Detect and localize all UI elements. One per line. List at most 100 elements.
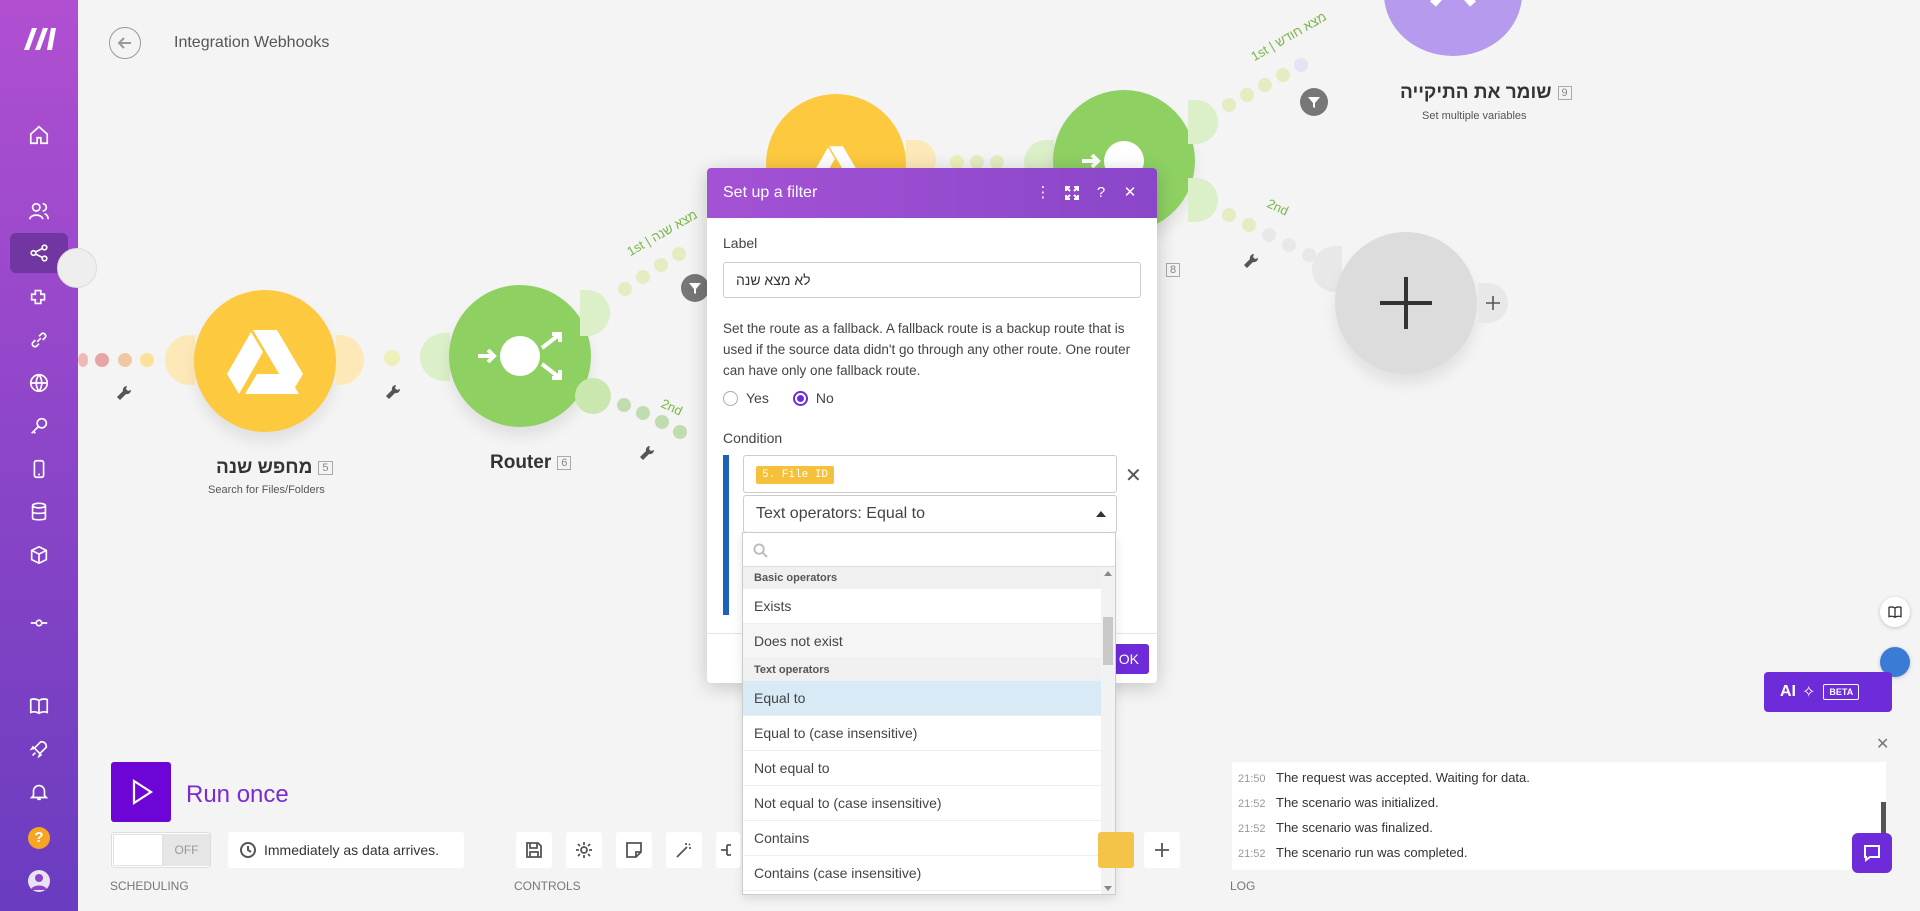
sidebar-datastores-icon[interactable] <box>10 492 68 532</box>
node-port-upper <box>580 290 610 336</box>
play-icon <box>132 778 154 806</box>
sidebar-bell-icon[interactable] <box>10 772 68 812</box>
sidebar-datastructures-icon[interactable] <box>10 535 68 575</box>
help-chat-button[interactable] <box>1852 833 1892 873</box>
ai-label: AI <box>1780 683 1796 700</box>
canvas-edge-handle[interactable] <box>57 248 97 288</box>
operator-select[interactable]: Text operators: Equal to <box>743 495 1117 533</box>
node-set-variables-label: שומר את התיקייה 9 <box>1400 82 1572 104</box>
node-search-label: מחפש שנה 5 <box>216 457 333 479</box>
schedule-text: Immediately as data arrives. <box>264 842 440 858</box>
operator-option[interactable]: Equal to <box>743 681 1101 716</box>
sidebar-devices-icon[interactable] <box>10 449 68 489</box>
connector-dot <box>970 155 984 169</box>
help-icon[interactable]: ? <box>28 827 50 849</box>
sidebar-rocket-icon[interactable] <box>10 729 68 769</box>
node-router[interactable] <box>449 285 591 427</box>
sidebar-webhooks-icon[interactable] <box>10 363 68 403</box>
connector-dot <box>618 282 632 296</box>
condition-pill[interactable]: 5. File ID <box>756 466 835 484</box>
node-router-label: Router 6 <box>490 452 572 474</box>
explain-flow-button[interactable] <box>716 832 740 868</box>
node-set-variables-subtitle: Set multiple variables <box>1422 110 1527 122</box>
sidebar-connections-icon[interactable] <box>10 320 68 360</box>
scheduling-toggle[interactable]: OFF <box>111 832 211 868</box>
beta-badge: BETA <box>1823 684 1860 700</box>
connector-dot <box>118 353 132 367</box>
label-input[interactable]: לא מצא שנה <box>723 262 1141 298</box>
connector-dot <box>1262 228 1276 242</box>
connector-dot <box>1222 98 1236 112</box>
schedule-setting[interactable]: Immediately as data arrives. <box>228 832 464 868</box>
operator-dropdown: Basic operators Exists Does not exist Text … <box>742 532 1116 895</box>
section-label-log: LOG <box>1230 879 1256 893</box>
close-icon[interactable]: ✕ <box>1119 182 1141 204</box>
filter-icon[interactable] <box>681 274 709 302</box>
remove-condition-icon[interactable]: ✕ <box>1125 463 1142 488</box>
more-options-icon[interactable]: ⋮ <box>1032 182 1054 204</box>
connector-dot <box>78 353 88 367</box>
save-button[interactable] <box>516 832 552 868</box>
operator-option[interactable]: Contains (case insensitive) <box>743 856 1101 891</box>
connector-dot <box>636 406 650 420</box>
operator-search-input[interactable] <box>743 533 1115 567</box>
ai-assistant-button[interactable]: AI ✧ BETA <box>1764 672 1892 712</box>
connector-dot <box>950 155 964 169</box>
node-port-lower <box>575 378 611 414</box>
filter-icon[interactable] <box>1300 88 1328 116</box>
search-icon <box>753 543 768 558</box>
wrench-icon[interactable] <box>116 385 132 401</box>
operator-option[interactable]: Not equal to (case insensitive) <box>743 786 1101 821</box>
log-close-icon[interactable]: ✕ <box>1876 734 1889 754</box>
sidebar-home-icon[interactable] <box>10 115 68 155</box>
node-port-upper <box>1188 100 1218 144</box>
wrench-icon[interactable] <box>639 445 655 461</box>
node-set-variables[interactable] <box>1384 0 1522 56</box>
add-module-button[interactable] <box>1335 232 1477 374</box>
operator-option[interactable]: Contains <box>743 821 1101 856</box>
wrench-icon[interactable] <box>385 384 401 400</box>
operator-option[interactable]: Equal to (case insensitive) <box>743 716 1101 751</box>
notes-button[interactable] <box>616 832 652 868</box>
operator-option[interactable]: Exists <box>743 589 1101 624</box>
scroll-up-icon[interactable] <box>1104 571 1112 576</box>
node-port-right <box>336 335 364 385</box>
settings-button[interactable] <box>566 832 602 868</box>
add-favorite-button[interactable] <box>1144 832 1180 868</box>
auto-align-button[interactable] <box>666 832 702 868</box>
help-question-icon[interactable]: ? <box>1090 182 1112 204</box>
scenario-title: Integration Webhooks <box>174 34 330 51</box>
wrench-icon[interactable] <box>1243 253 1259 269</box>
scroll-down-icon[interactable] <box>1104 886 1112 891</box>
expand-icon[interactable] <box>1061 182 1083 204</box>
flow-icon <box>721 844 731 856</box>
connector-dot <box>1258 78 1272 92</box>
sidebar-apps-icon[interactable] <box>10 277 68 317</box>
add-next-module-button[interactable] <box>1478 283 1508 323</box>
user-avatar[interactable] <box>28 870 50 892</box>
operator-option[interactable]: Does not exist <box>743 624 1101 659</box>
make-logo[interactable] <box>20 24 58 52</box>
sidebar-flow-icon[interactable] <box>10 603 68 643</box>
node-search-google-drive[interactable] <box>194 290 336 432</box>
gear-icon <box>576 842 592 858</box>
scrollbar-thumb[interactable] <box>1103 617 1113 665</box>
sidebar: ? <box>0 0 78 911</box>
radio-yes[interactable] <box>723 390 738 406</box>
magic-wand-icon <box>676 843 691 858</box>
sidebar-docs-icon[interactable] <box>10 686 68 726</box>
connector-dot <box>654 258 668 272</box>
fallback-radio-group: Yes No <box>723 390 834 406</box>
back-button[interactable] <box>109 27 141 59</box>
run-once-button[interactable] <box>111 762 171 822</box>
run-once-label[interactable]: Run once <box>186 781 289 809</box>
favorites-button[interactable] <box>1098 832 1134 868</box>
sidebar-keys-icon[interactable] <box>10 406 68 446</box>
condition-operand-input[interactable]: 5. File ID <box>743 455 1117 493</box>
google-drive-icon <box>227 330 303 394</box>
radio-no[interactable] <box>792 390 808 406</box>
sidebar-users-icon[interactable] <box>10 191 68 231</box>
documentation-button[interactable] <box>1880 597 1910 627</box>
arrow-left-icon <box>117 37 131 49</box>
operator-option[interactable]: Not equal to <box>743 751 1101 786</box>
